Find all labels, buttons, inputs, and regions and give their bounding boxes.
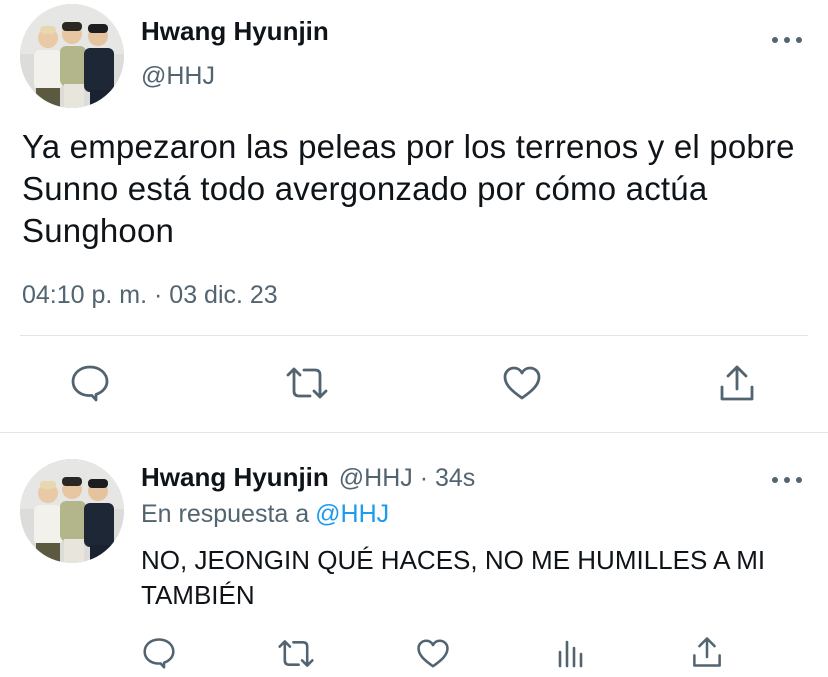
retweet-button[interactable] (275, 637, 317, 669)
divider (20, 335, 808, 336)
retweet-icon (286, 367, 328, 399)
replying-to-link[interactable]: @HHJ (315, 500, 389, 528)
share-icon (720, 365, 754, 401)
group-photo-avatar-icon (20, 459, 124, 563)
like-icon (417, 638, 449, 668)
retweet-button[interactable] (283, 363, 331, 403)
tweet-text: Ya empezaron las peleas por los terrenos… (22, 128, 795, 249)
like-button[interactable] (500, 363, 544, 403)
user-handle[interactable]: @HHJ (141, 62, 215, 91)
like-icon (503, 366, 541, 400)
reply-text: NO, JEONGIN QUÉ HACES, NO ME HUMILLES A … (141, 545, 766, 610)
replying-prefix: En respuesta a (141, 500, 310, 528)
avatar[interactable] (20, 4, 124, 108)
more-horizontal-icon[interactable] (772, 475, 802, 485)
tweet-timestamp[interactable]: 04:10 p. m. · 03 dic. 23 (22, 281, 278, 310)
share-button[interactable] (716, 362, 758, 404)
reply-header: Hwang Hyunjin @HHJ · 34s (141, 462, 475, 493)
retweet-icon (278, 639, 314, 667)
analytics-button[interactable] (554, 637, 586, 669)
reply-button[interactable] (140, 636, 178, 670)
analytics-icon (558, 640, 583, 668)
more-horizontal-icon[interactable] (772, 35, 802, 45)
display-name[interactable]: Hwang Hyunjin (141, 16, 329, 47)
reply-button[interactable] (68, 363, 112, 403)
tweet-separator (0, 432, 828, 433)
share-icon (693, 637, 721, 667)
reply-icon (143, 638, 175, 669)
group-photo-avatar-icon (20, 4, 124, 108)
like-button[interactable] (414, 637, 452, 669)
reply-handle-time[interactable]: @HHJ · 34s (339, 464, 476, 492)
share-button[interactable] (689, 634, 725, 670)
reply-icon (71, 365, 109, 402)
reply-avatar[interactable] (20, 459, 124, 563)
replying-to: En respuesta a @HHJ (141, 500, 389, 529)
reply-display-name[interactable]: Hwang Hyunjin (141, 462, 329, 492)
